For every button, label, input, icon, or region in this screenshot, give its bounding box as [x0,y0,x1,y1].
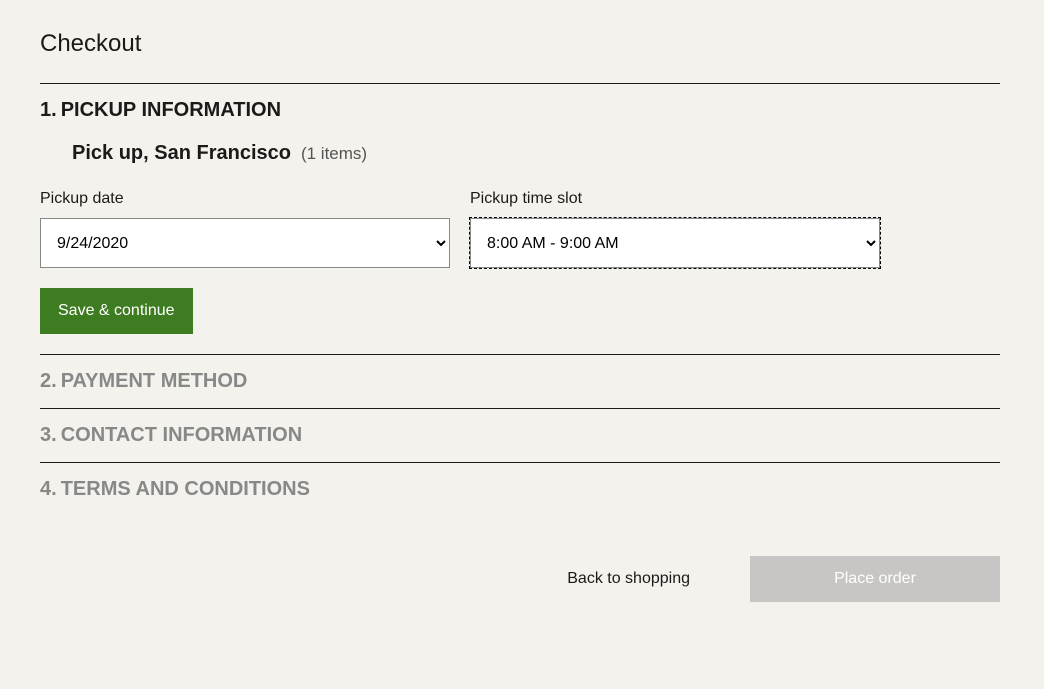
form-row: Pickup date 9/24/2020 Pickup time slot 8… [40,190,1000,268]
step-contact-information: 3. CONTACT INFORMATION [40,409,1000,462]
pickup-time-label: Pickup time slot [470,190,880,208]
step-header-payment[interactable]: 2. PAYMENT METHOD [40,370,1000,393]
save-continue-button[interactable]: Save & continue [40,288,193,334]
pickup-date-group: Pickup date 9/24/2020 [40,190,450,268]
step-payment-method: 2. PAYMENT METHOD [40,355,1000,408]
actions-row: Back to shopping Place order [40,516,1000,602]
step-title: TERMS AND CONDITIONS [61,478,310,501]
page-title: Checkout [40,30,1000,58]
step-content: Pick up, San Francisco (1 items) Pickup … [40,122,1000,339]
step-terms-conditions: 4. TERMS AND CONDITIONS [40,463,1000,516]
pickup-subhead: Pick up, San Francisco (1 items) [72,142,1000,165]
step-header-pickup: 1. PICKUP INFORMATION [40,99,1000,122]
pickup-location: Pick up, San Francisco [72,142,291,165]
step-header-terms[interactable]: 4. TERMS AND CONDITIONS [40,478,1000,501]
step-title: CONTACT INFORMATION [61,424,302,447]
pickup-time-select[interactable]: 8:00 AM - 9:00 AM [470,218,880,268]
step-header-contact[interactable]: 3. CONTACT INFORMATION [40,424,1000,447]
step-title: PAYMENT METHOD [61,370,248,393]
pickup-date-select[interactable]: 9/24/2020 [40,218,450,268]
checkout-container: Checkout 1. PICKUP INFORMATION Pick up, … [40,30,1000,602]
step-number: 4. [40,478,57,501]
pickup-date-label: Pickup date [40,190,450,208]
step-number: 1. [40,99,57,122]
step-title: PICKUP INFORMATION [61,99,281,122]
step-number: 3. [40,424,57,447]
pickup-item-count: (1 items) [301,144,367,164]
pickup-time-group: Pickup time slot 8:00 AM - 9:00 AM [470,190,880,268]
back-to-shopping-link[interactable]: Back to shopping [567,570,690,588]
place-order-button[interactable]: Place order [750,556,1000,602]
step-pickup-information: 1. PICKUP INFORMATION Pick up, San Franc… [40,84,1000,354]
step-number: 2. [40,370,57,393]
